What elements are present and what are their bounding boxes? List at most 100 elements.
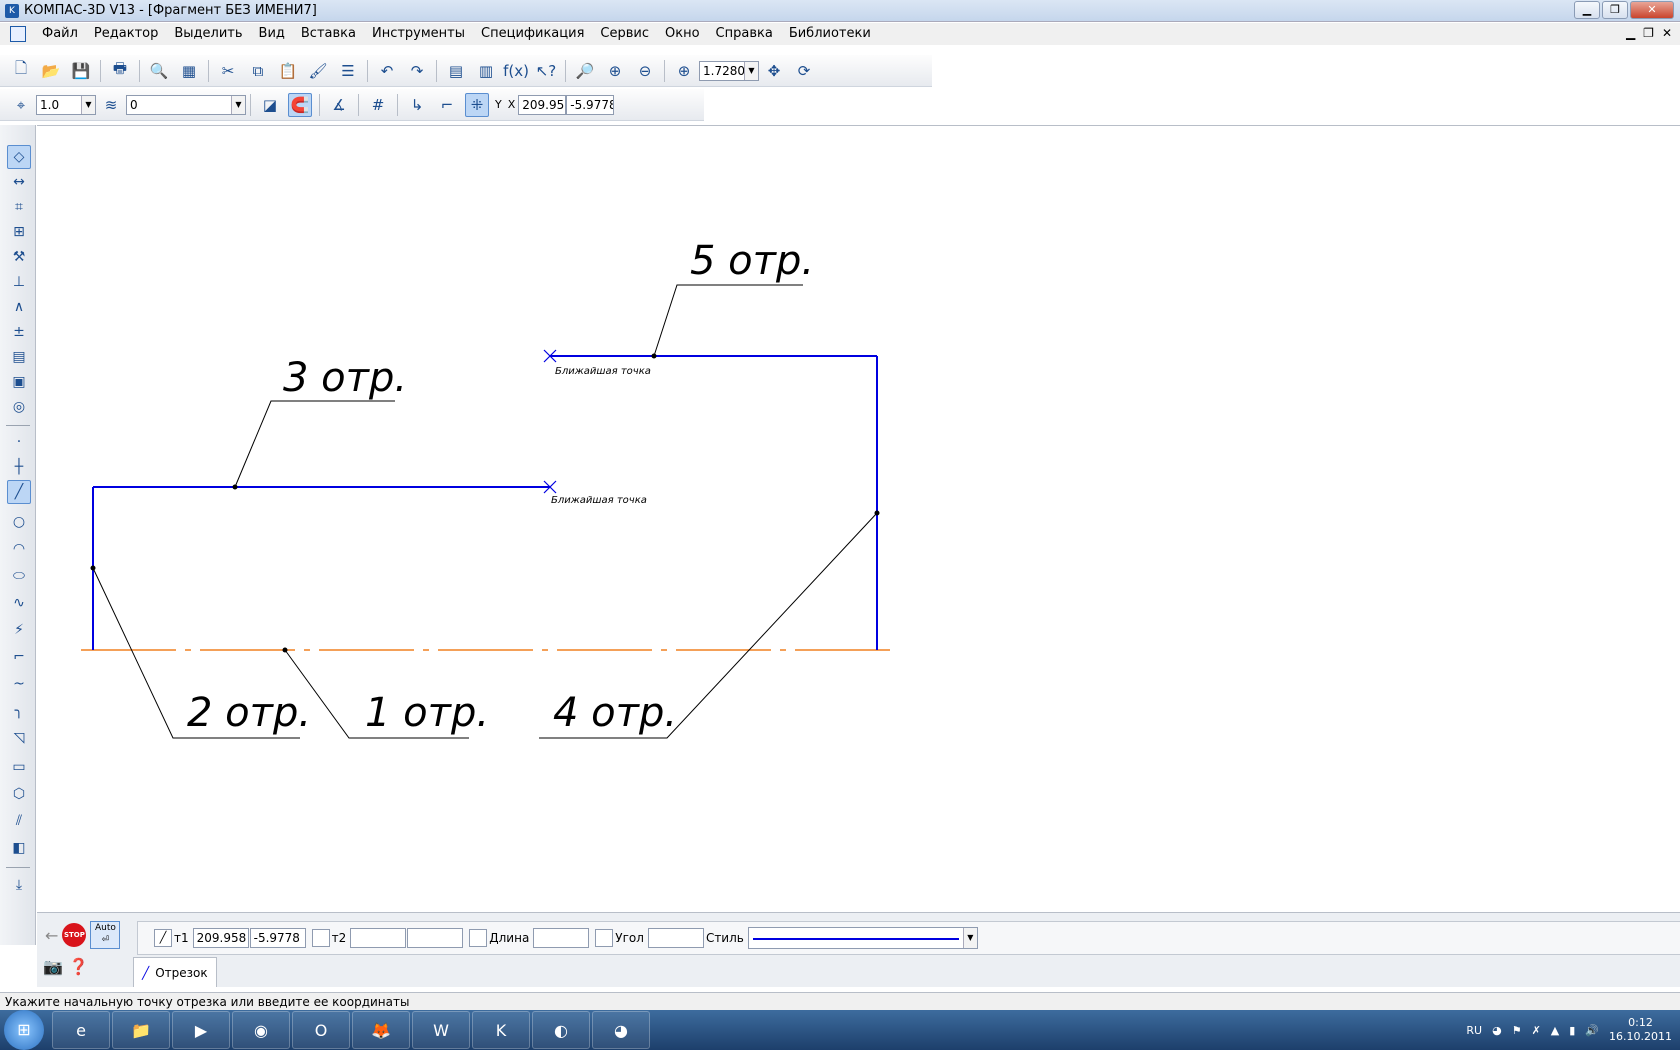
firefox-taskbar-icon[interactable]: 🦊: [352, 1011, 410, 1049]
zoom-frame-icon[interactable]: ⊕: [603, 59, 627, 83]
layers-icon[interactable]: ≋: [99, 93, 123, 117]
t1-mode-checkbox[interactable]: ╱: [154, 929, 172, 947]
cut-icon[interactable]: ✂: [216, 59, 240, 83]
auto-create-button[interactable]: Auto ⏎: [90, 921, 121, 949]
length-field[interactable]: [533, 928, 590, 948]
bezier-icon[interactable]: ⚡: [7, 618, 31, 642]
rounding-icon[interactable]: ⁜: [465, 92, 489, 117]
ellipse-icon[interactable]: ⬭: [7, 564, 31, 588]
tray-network-icon[interactable]: ▮: [1569, 1024, 1575, 1037]
doc-minimize-icon[interactable]: ▁: [1626, 26, 1635, 40]
reports-panel-icon[interactable]: ▣: [7, 370, 31, 394]
fillet-icon[interactable]: ╮: [7, 699, 31, 723]
start-button[interactable]: ⊞: [4, 1010, 44, 1050]
zoom-combo[interactable]: 1.7280 ▼: [699, 60, 759, 81]
fill-icon[interactable]: ◧: [7, 836, 31, 860]
minimize-button[interactable]: ▁: [1574, 1, 1600, 19]
selection-panel-icon[interactable]: ∧: [7, 295, 31, 319]
chevron-down-icon[interactable]: ▼: [231, 95, 245, 114]
redo-icon[interactable]: ↷: [405, 59, 429, 83]
kompas-taskbar-icon[interactable]: K: [472, 1011, 530, 1049]
menu-specification[interactable]: Спецификация: [473, 23, 592, 45]
angle-field[interactable]: [647, 928, 704, 948]
menu-file[interactable]: Файл: [34, 23, 86, 45]
parametrization-panel-icon[interactable]: ⚒: [7, 245, 31, 269]
pan-icon[interactable]: ✥: [762, 59, 786, 83]
menu-window[interactable]: Окно: [657, 23, 708, 45]
undo-icon[interactable]: ↶: [375, 59, 399, 83]
chamfer-icon[interactable]: ◹: [7, 726, 31, 750]
insert-panel-icon[interactable]: ◎: [7, 395, 31, 419]
menu-help[interactable]: Справка: [708, 23, 781, 45]
collect-contour-icon[interactable]: ⤓: [7, 873, 31, 897]
opera-taskbar-icon[interactable]: O: [292, 1011, 350, 1049]
edit-panel-icon[interactable]: ⊞: [7, 220, 31, 244]
variables-fx-icon[interactable]: f(x): [503, 59, 529, 83]
format-brush-icon[interactable]: 🖌: [306, 59, 330, 83]
view-properties-icon[interactable]: ◪: [258, 93, 282, 117]
local-snap-icon[interactable]: ∡: [327, 93, 351, 117]
maximize-button[interactable]: ❐: [1602, 1, 1628, 19]
menu-insert[interactable]: Вставка: [293, 23, 364, 45]
grid-icon[interactable]: #: [366, 93, 390, 117]
rectangle-icon[interactable]: ▭: [7, 755, 31, 779]
paste-icon[interactable]: 📋: [276, 59, 300, 83]
chevron-down-icon[interactable]: ▼: [744, 61, 758, 80]
tray-ati-icon[interactable]: ▲: [1551, 1024, 1559, 1037]
tray-volume-icon[interactable]: 🔊: [1585, 1024, 1599, 1037]
tray-flag-icon[interactable]: ⚑: [1512, 1024, 1522, 1037]
menu-editor[interactable]: Редактор: [86, 23, 166, 45]
language-indicator[interactable]: RU: [1466, 1024, 1482, 1037]
save-icon[interactable]: 💾: [69, 59, 93, 83]
menu-tools[interactable]: Инструменты: [364, 23, 473, 45]
ie-taskbar-icon[interactable]: e: [52, 1011, 110, 1049]
snap-magnet-icon[interactable]: 🧲: [288, 92, 312, 117]
zoom-icon[interactable]: ⊕: [672, 59, 696, 83]
document-manager-icon[interactable]: ▦: [177, 59, 201, 83]
cursor-x-field[interactable]: 209.958: [518, 94, 567, 115]
close-button[interactable]: ✕: [1630, 1, 1674, 19]
length-mode-checkbox[interactable]: [469, 929, 488, 947]
open-folder-icon[interactable]: 📂: [39, 59, 63, 83]
specification-panel-icon[interactable]: ▤: [7, 345, 31, 369]
properties-list-icon[interactable]: ☰: [336, 59, 360, 83]
document-icon[interactable]: [10, 26, 26, 42]
menu-view[interactable]: Вид: [251, 23, 293, 45]
step-combo[interactable]: 1.0 ▼: [36, 94, 96, 115]
doc-close-icon[interactable]: ✕: [1662, 26, 1672, 40]
t1-x-field[interactable]: 209.958: [192, 928, 249, 948]
angle-mode-checkbox[interactable]: [595, 929, 614, 947]
t1-y-field[interactable]: -5.9778: [249, 928, 306, 948]
associative-views-icon[interactable]: ±: [7, 320, 31, 344]
app-taskbar-icon[interactable]: ◐: [532, 1011, 590, 1049]
copy-icon[interactable]: ⧉: [246, 59, 270, 83]
new-document-icon[interactable]: 🗋: [9, 59, 33, 83]
menu-select[interactable]: Выделить: [166, 23, 250, 45]
back-arrow-icon[interactable]: ←: [45, 926, 58, 945]
t2-y-field[interactable]: [407, 928, 464, 948]
segment-icon[interactable]: ╱: [7, 480, 31, 504]
panda-taskbar-icon[interactable]: ◕: [592, 1011, 650, 1049]
help-icon[interactable]: ❓: [69, 957, 89, 976]
drawing-canvas[interactable]: Ближайшая точка Ближайшая точка 5 отр. 3…: [37, 125, 1680, 905]
spline-icon[interactable]: ∿: [7, 591, 31, 615]
menu-service[interactable]: Сервис: [592, 23, 657, 45]
word-taskbar-icon[interactable]: W: [412, 1011, 470, 1049]
tray-panda-icon[interactable]: ◕: [1492, 1024, 1502, 1037]
polygon-icon[interactable]: ⬡: [7, 782, 31, 806]
tab-segment[interactable]: ╱ Отрезок: [133, 957, 217, 987]
library-manager-icon[interactable]: ▥: [474, 59, 498, 83]
clock[interactable]: 0:12 16.10.2011: [1609, 1016, 1672, 1044]
line-style-combo[interactable]: ▼: [747, 927, 978, 949]
media-player-taskbar-icon[interactable]: ▶: [172, 1011, 230, 1049]
arc-icon[interactable]: ◠: [7, 537, 31, 561]
hatch-icon[interactable]: ⫽: [7, 809, 31, 833]
cursor-y-field[interactable]: -5.9778: [566, 94, 615, 115]
menu-libraries[interactable]: Библиотеки: [781, 23, 879, 45]
doc-restore-icon[interactable]: ❐: [1643, 26, 1654, 40]
t2-x-field[interactable]: [350, 928, 407, 948]
refresh-icon[interactable]: ⟳: [792, 59, 816, 83]
auxiliary-line-icon[interactable]: ┼: [7, 455, 31, 479]
t2-mode-checkbox[interactable]: [311, 929, 330, 947]
polyline-icon[interactable]: ⌐: [7, 645, 31, 669]
